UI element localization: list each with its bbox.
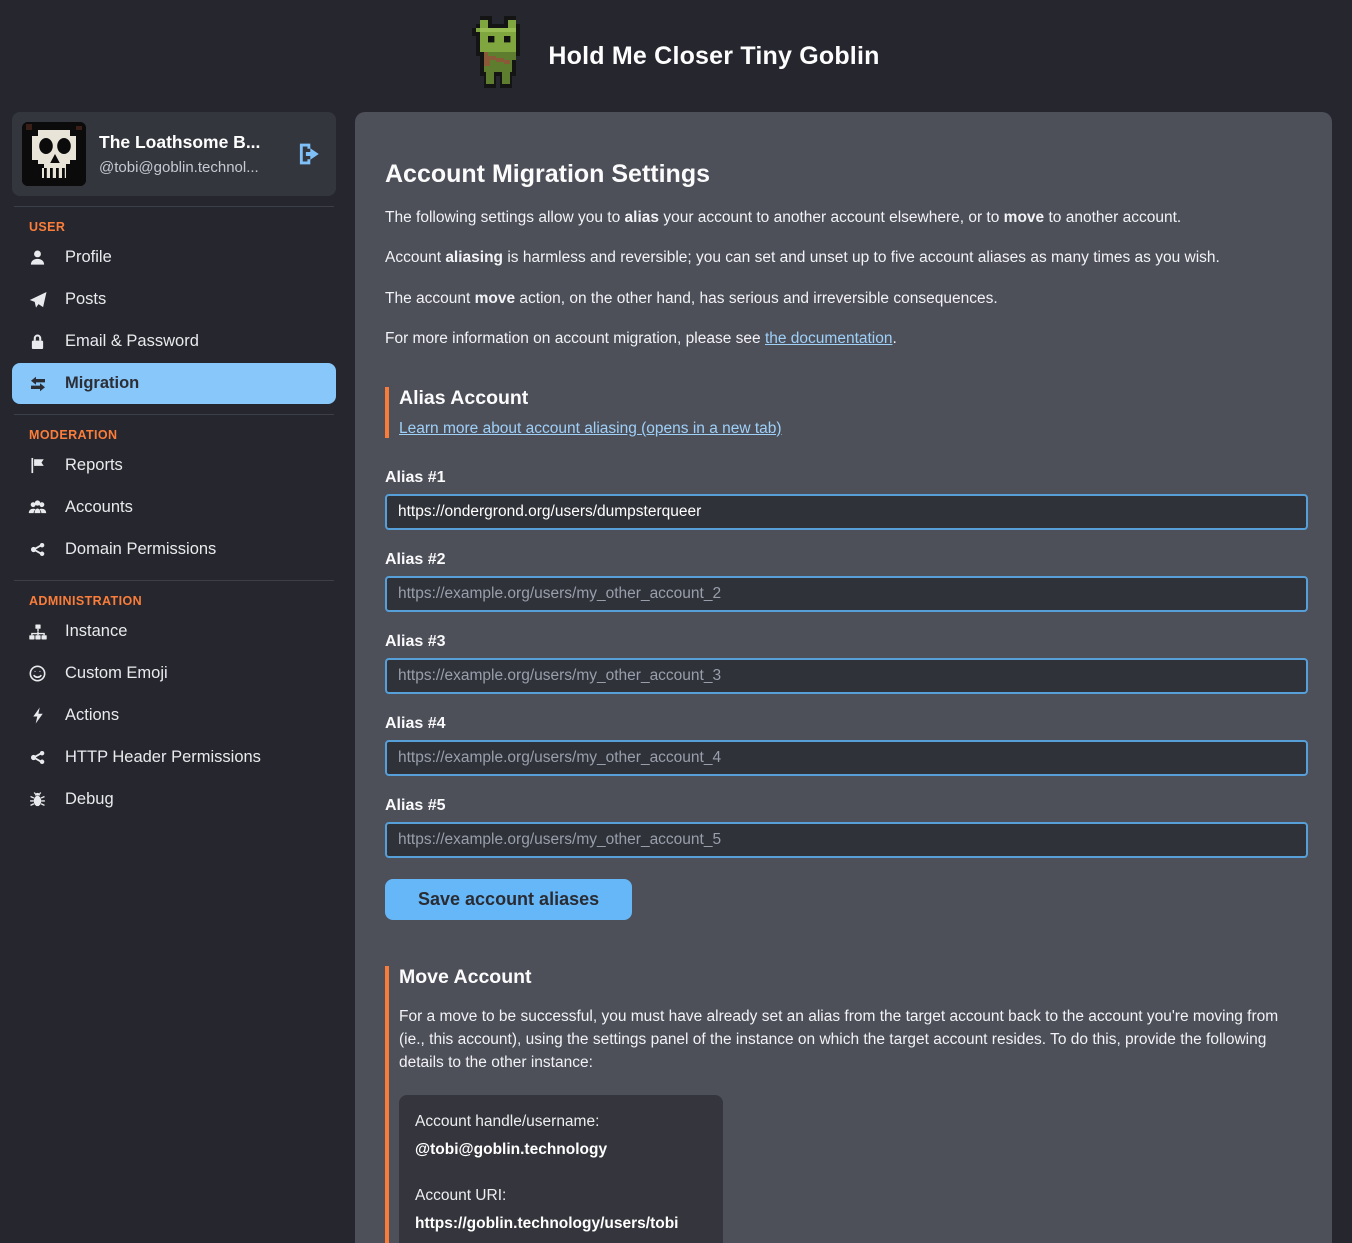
avatar	[22, 122, 86, 186]
section-label-user: USER	[29, 220, 336, 234]
sidebar-item-instance[interactable]: Instance	[12, 611, 336, 652]
divider	[14, 580, 334, 581]
sidebar-item-custom-emoji[interactable]: Custom Emoji	[12, 653, 336, 694]
sidebar-item-domain-permissions[interactable]: Domain Permissions	[12, 529, 336, 570]
alias-4-label: Alias #4	[385, 715, 1308, 733]
move-account-section: Move Account For a move to be successful…	[385, 966, 1308, 1243]
divider	[14, 206, 334, 207]
alias-1-input[interactable]	[385, 494, 1308, 530]
sidebar-item-posts[interactable]: Posts	[12, 279, 336, 320]
bug-icon	[28, 791, 47, 808]
sidebar-item-label: Instance	[65, 622, 127, 641]
alias-5-input[interactable]	[385, 822, 1308, 858]
sidebar-item-http-header-permissions[interactable]: HTTP Header Permissions	[12, 737, 336, 778]
intro-paragraph: For more information on account migratio…	[385, 328, 1308, 350]
sidebar-item-label: Posts	[65, 290, 106, 309]
alias-account-heading: Alias Account	[399, 387, 1308, 410]
alias-form: Alias #1 Alias #2 Alias #3 Alias #4 Alia…	[385, 469, 1308, 920]
sidebar-item-debug[interactable]: Debug	[12, 779, 336, 820]
sidebar-item-label: Email & Password	[65, 332, 199, 351]
user-meta: The Loathsome B... @tobi@goblin.technol.…	[99, 132, 260, 176]
alias-account-section-header: Alias Account Learn more about account a…	[385, 387, 1308, 438]
users-icon	[28, 499, 47, 516]
sitemap-icon	[28, 624, 47, 640]
instance-header: Hold Me Closer Tiny Goblin	[0, 0, 1352, 112]
sign-out-icon[interactable]	[296, 141, 322, 167]
intro-paragraphs: The following settings allow you to alia…	[385, 207, 1308, 351]
intro-paragraph: The following settings allow you to alia…	[385, 207, 1308, 229]
sidebar-item-reports[interactable]: Reports	[12, 445, 336, 486]
user-card: The Loathsome B... @tobi@goblin.technol.…	[12, 112, 336, 196]
sidebar-item-label: Accounts	[65, 498, 133, 517]
lock-icon	[28, 333, 47, 350]
alias-learn-more-link[interactable]: Learn more about account aliasing (opens…	[399, 420, 782, 437]
alias-5-label: Alias #5	[385, 797, 1308, 815]
user-display-name: The Loathsome B...	[99, 132, 260, 153]
alias-3-label: Alias #3	[385, 633, 1308, 651]
intro-paragraph: Account aliasing is harmless and reversi…	[385, 247, 1308, 269]
sidebar-item-migration[interactable]: Migration	[12, 363, 336, 404]
sidebar-item-label: Actions	[65, 706, 119, 725]
smiley-icon	[28, 665, 47, 682]
move-account-description: For a move to be successful, you must ha…	[399, 1005, 1299, 1075]
sidebar-item-label: Migration	[65, 374, 139, 393]
share-nodes-icon	[28, 749, 47, 766]
account-handle-label: Account handle/username:	[415, 1113, 705, 1131]
sidebar-item-email-password[interactable]: Email & Password	[12, 321, 336, 362]
account-handle-value: @tobi@goblin.technology	[415, 1141, 705, 1159]
sidebar-item-label: Debug	[65, 790, 114, 809]
section-label-moderation: MODERATION	[29, 428, 336, 442]
goblin-logo-icon	[472, 16, 528, 96]
settings-sidebar: The Loathsome B... @tobi@goblin.technol.…	[12, 112, 336, 821]
move-details-box: Account handle/username: @tobi@goblin.te…	[399, 1095, 723, 1243]
alias-1-label: Alias #1	[385, 469, 1308, 487]
bolt-icon	[28, 707, 47, 724]
save-account-aliases-button[interactable]: Save account aliases	[385, 879, 632, 920]
sidebar-item-label: Reports	[65, 456, 123, 475]
user-icon	[28, 249, 47, 266]
alias-2-input[interactable]	[385, 576, 1308, 612]
move-account-heading: Move Account	[399, 966, 1308, 989]
intro-paragraph: The account move action, on the other ha…	[385, 288, 1308, 310]
sidebar-item-actions[interactable]: Actions	[12, 695, 336, 736]
sidebar-item-accounts[interactable]: Accounts	[12, 487, 336, 528]
sidebar-item-profile[interactable]: Profile	[12, 237, 336, 278]
user-handle: @tobi@goblin.technol...	[99, 159, 260, 176]
share-nodes-icon	[28, 541, 47, 558]
instance-title: Hold Me Closer Tiny Goblin	[548, 42, 879, 71]
alias-4-input[interactable]	[385, 740, 1308, 776]
sidebar-item-label: Profile	[65, 248, 112, 267]
sidebar-item-label: Domain Permissions	[65, 540, 216, 559]
alias-3-input[interactable]	[385, 658, 1308, 694]
paper-plane-icon	[28, 291, 47, 309]
flag-icon	[28, 457, 47, 474]
exchange-icon	[28, 375, 47, 393]
documentation-link[interactable]: the documentation	[765, 330, 893, 347]
sidebar-item-label: HTTP Header Permissions	[65, 748, 261, 767]
account-uri-label: Account URI:	[415, 1187, 705, 1205]
section-label-administration: ADMINISTRATION	[29, 594, 336, 608]
alias-2-label: Alias #2	[385, 551, 1308, 569]
divider	[14, 414, 334, 415]
sidebar-item-label: Custom Emoji	[65, 664, 168, 683]
account-uri-value: https://goblin.technology/users/tobi	[415, 1215, 705, 1233]
settings-main-panel: Account Migration Settings The following…	[355, 112, 1332, 1243]
page-title: Account Migration Settings	[385, 160, 1308, 189]
